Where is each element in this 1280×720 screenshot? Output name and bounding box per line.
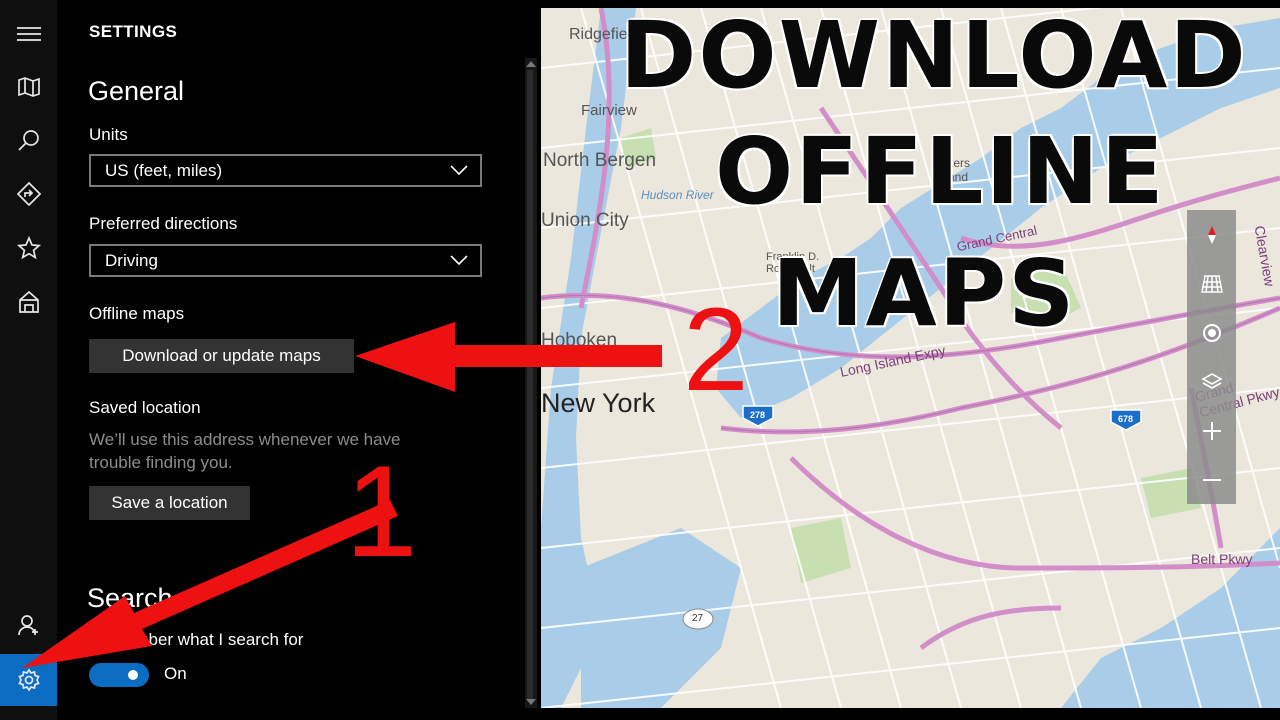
- zoom-in-icon: [1202, 421, 1221, 440]
- park: [791, 518, 851, 583]
- remember-search-label: Remember what I search for: [89, 630, 304, 649]
- units-select[interactable]: US (feet, miles): [89, 154, 482, 187]
- compass-button[interactable]: [1187, 210, 1236, 259]
- favorites-button[interactable]: [0, 226, 57, 270]
- directions-label: Preferred directions: [89, 214, 238, 233]
- locate-icon: [1202, 323, 1221, 342]
- step-1-number: 1: [345, 438, 418, 584]
- layers-icon: [1200, 372, 1223, 389]
- step-2-number: 2: [683, 284, 749, 416]
- layers-button[interactable]: [1187, 357, 1236, 406]
- map-icon: [17, 77, 40, 97]
- offline-maps-label: Offline maps: [89, 304, 185, 323]
- directions-select[interactable]: Driving: [89, 244, 482, 277]
- gear-icon: [17, 668, 40, 692]
- map-label: New York: [541, 388, 656, 418]
- settings-title: SETTINGS: [89, 22, 178, 41]
- headline-line-2: OFFLINE: [715, 118, 1166, 225]
- map-label: Hudson River: [641, 188, 714, 202]
- menu-button[interactable]: [0, 12, 57, 56]
- toggle-knob: [128, 670, 138, 680]
- star-icon: [16, 236, 41, 260]
- search-heading: Search: [87, 583, 173, 613]
- headline-line-1: DOWNLOAD: [620, 2, 1248, 109]
- 3d-cities-button[interactable]: [0, 280, 57, 324]
- units-label: Units: [89, 125, 128, 144]
- units-value: US (feet, miles): [105, 160, 223, 180]
- chevron-down-icon: [450, 255, 468, 266]
- map-label: Belt Pkwy: [1191, 551, 1253, 567]
- save-location-button[interactable]: Save a location: [89, 486, 250, 520]
- directions-button[interactable]: [0, 172, 57, 216]
- locate-button[interactable]: [1187, 308, 1236, 357]
- compass-icon: [1207, 225, 1216, 244]
- settings-panel: SETTINGS General Units US (feet, miles) …: [57, 0, 541, 720]
- headline-line-3: MAPS: [772, 240, 1077, 347]
- map-label: North Bergen: [543, 150, 657, 171]
- general-heading: General: [88, 76, 185, 106]
- map-label: Hoboken: [541, 330, 618, 351]
- app-nav-rail: [0, 0, 57, 720]
- account-icon: [17, 615, 38, 636]
- grid-icon: [1200, 274, 1223, 293]
- search-button[interactable]: [0, 118, 57, 162]
- scroll-down-icon: [526, 699, 536, 705]
- shield-label: 27: [692, 613, 704, 624]
- download-maps-button[interactable]: Download or update maps: [89, 339, 354, 373]
- 3d-cities-icon: [18, 290, 39, 313]
- map-label: Union City: [541, 210, 629, 231]
- zoom-out-icon: [1202, 478, 1221, 481]
- shield-label: 678: [1118, 414, 1134, 424]
- search-icon: [17, 130, 39, 151]
- toggle-state-label: On: [164, 664, 187, 683]
- account-button[interactable]: [0, 603, 57, 647]
- hamburger-icon: [16, 27, 41, 41]
- streetside-button[interactable]: [1187, 259, 1236, 308]
- remember-search-toggle[interactable]: [89, 663, 149, 687]
- zoom-out-button[interactable]: [1187, 455, 1236, 504]
- scroll-up-icon: [526, 61, 536, 67]
- directions-icon: [16, 182, 41, 206]
- zoom-in-button[interactable]: [1187, 406, 1236, 455]
- harbor-water: [581, 528, 741, 708]
- chevron-down-icon: [450, 165, 468, 176]
- shield-label: 278: [750, 410, 766, 420]
- settings-button[interactable]: [0, 654, 57, 706]
- map-canvas[interactable]: Ridgefield Fairview North Bergen Union C…: [541, 8, 1280, 708]
- map-button[interactable]: [0, 65, 57, 109]
- saved-location-desc-2: trouble finding you.: [89, 453, 233, 472]
- scroll-thumb[interactable]: [527, 70, 533, 700]
- saved-location-label: Saved location: [89, 398, 201, 417]
- panel-scrollbar[interactable]: [525, 58, 537, 708]
- map-toolbar: [1187, 210, 1236, 504]
- directions-value: Driving: [105, 250, 158, 270]
